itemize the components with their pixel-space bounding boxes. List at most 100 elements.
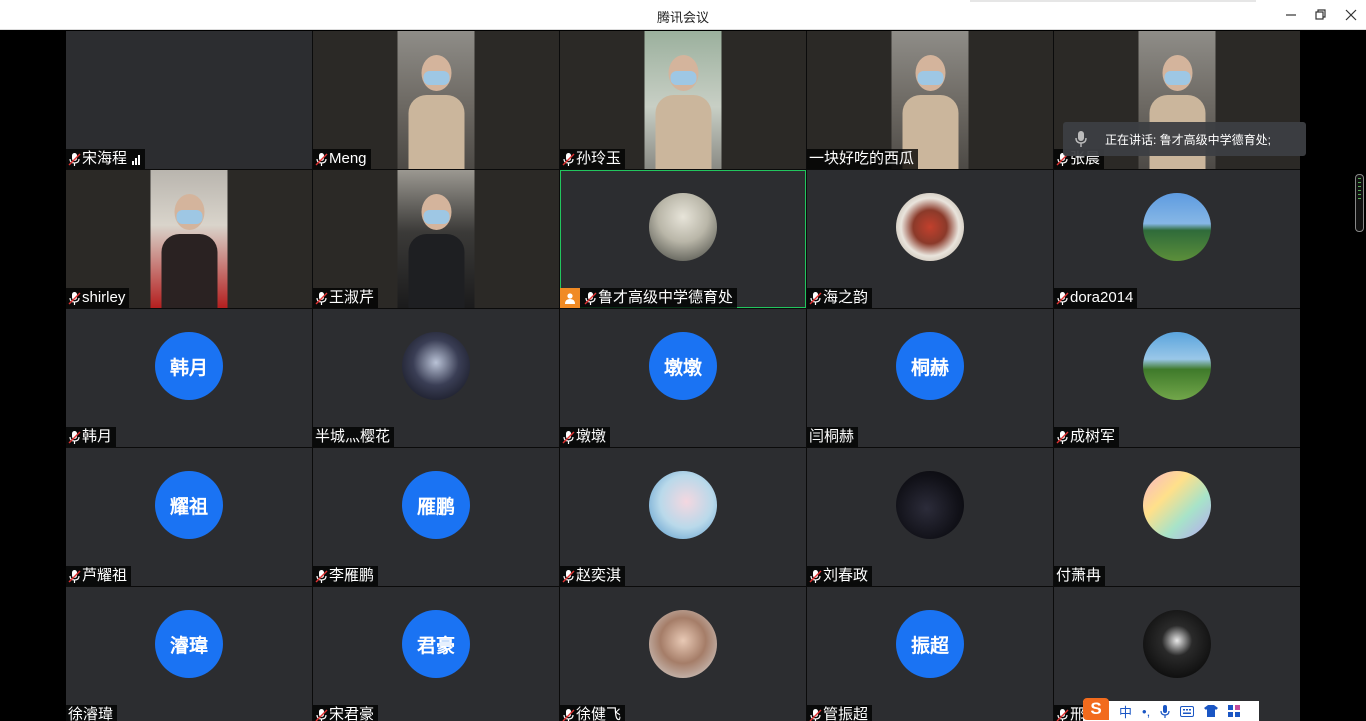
participant-tile[interactable]: 王淑芹 xyxy=(313,170,559,308)
restore-button[interactable] xyxy=(1306,0,1336,30)
participant-tile[interactable]: 孙玲玉 xyxy=(560,31,806,169)
ime-toolbar[interactable]: S 中 •, xyxy=(1083,698,1259,721)
portrait-photo xyxy=(402,332,470,400)
microphone-icon xyxy=(68,569,81,583)
participant-name-label: 徐濬瑋 xyxy=(66,705,118,721)
microphone-icon xyxy=(1056,708,1069,721)
participant-name: 半城灬樱花 xyxy=(315,428,391,445)
participant-tile[interactable]: 海之韵 xyxy=(807,170,1053,308)
participant-name-label: 芦耀祖 xyxy=(66,566,132,586)
tea-set-photo xyxy=(896,193,964,261)
microphone-icon xyxy=(562,569,575,583)
video-feed xyxy=(397,31,475,169)
participant-name: 芦耀祖 xyxy=(82,567,128,584)
close-button[interactable] xyxy=(1336,0,1366,30)
school-gate-photo xyxy=(649,193,717,261)
participant-tile[interactable]: 赵奕淇 xyxy=(560,448,806,586)
ime-punctuation[interactable]: •, xyxy=(1142,704,1150,719)
participant-tile[interactable]: 振超 管振超 xyxy=(807,587,1053,721)
ime-voice-icon[interactable] xyxy=(1160,704,1170,718)
video-feed xyxy=(397,170,475,308)
microphone-icon xyxy=(315,569,328,583)
participant-tile[interactable]: 一块好吃的西瓜 xyxy=(807,31,1053,169)
microphone-icon xyxy=(809,291,822,305)
participant-name: 付萧冉 xyxy=(1056,567,1102,584)
participant-tile[interactable]: 濬瑋徐濬瑋 xyxy=(66,587,312,721)
participant-tile[interactable]: 墩墩 墩墩 xyxy=(560,309,806,447)
minimize-icon xyxy=(1286,14,1296,16)
avatar: 桐赫 xyxy=(896,332,964,400)
participant-tile[interactable]: 鲁才高级中学德育处 xyxy=(560,170,806,308)
cartoon-girl-photo xyxy=(1143,471,1211,539)
participant-tile[interactable]: 半城灬樱花 xyxy=(313,309,559,447)
participant-tile[interactable]: 君豪 宋君豪 xyxy=(313,587,559,721)
video-feed xyxy=(150,170,228,308)
microphone-icon xyxy=(562,708,575,721)
avatar: 濬瑋 xyxy=(155,610,223,678)
host-icon xyxy=(560,288,580,308)
microphone-icon xyxy=(562,430,575,444)
minimize-button[interactable] xyxy=(1276,0,1306,30)
participant-tile[interactable]: 韩月 韩月 xyxy=(66,309,312,447)
speaking-indicator: 正在讲话: 鲁才高级中学德育处; xyxy=(1063,122,1306,156)
participant-tile[interactable]: 雁鹏李雁鹏 xyxy=(313,448,559,586)
avatar: 君豪 xyxy=(402,610,470,678)
participant-tile[interactable]: 宋海程 xyxy=(66,31,312,169)
participant-name: 一块好吃的西瓜 xyxy=(809,150,915,167)
window-title: 腾讯会议 xyxy=(656,10,709,25)
participant-tile[interactable]: Meng xyxy=(313,31,559,169)
participant-tile[interactable]: 耀祖 芦耀祖 xyxy=(66,448,312,586)
participant-name: 刘春政 xyxy=(823,567,869,584)
microphone-icon xyxy=(68,152,81,166)
participant-name-label: 付萧冉 xyxy=(1054,566,1106,586)
microphone-icon xyxy=(1075,131,1087,147)
participant-name: 徐濬瑋 xyxy=(68,706,114,721)
girl-portrait-photo xyxy=(649,610,717,678)
participant-name-label: 海之韵 xyxy=(807,288,873,308)
participant-name: shirley xyxy=(82,289,126,306)
landscape-photo xyxy=(1143,332,1211,400)
child-playground-photo xyxy=(1143,193,1211,261)
participant-name: 韩月 xyxy=(82,428,113,445)
dark-portrait-photo xyxy=(896,471,964,539)
participant-tile[interactable]: 桐赫闫桐赫 xyxy=(807,309,1053,447)
speaking-text: 正在讲话: 鲁才高级中学德育处; xyxy=(1105,132,1272,147)
participant-tile[interactable]: 刘春政 xyxy=(807,448,1053,586)
microphone-icon xyxy=(809,569,822,583)
participant-tile[interactable]: 徐健飞 xyxy=(560,587,806,721)
participant-name: 闫桐赫 xyxy=(809,428,855,445)
participant-name: 成树军 xyxy=(1070,428,1116,445)
title-bar-shadow xyxy=(970,0,1256,2)
silhouette-photo xyxy=(1143,610,1211,678)
participant-name-label: 韩月 xyxy=(66,427,117,447)
participant-tile[interactable]: 付萧冉 xyxy=(1054,448,1300,586)
ime-language[interactable]: 中 xyxy=(1119,702,1132,721)
participant-name-label: 赵奕淇 xyxy=(560,566,626,586)
sogou-logo-icon: S xyxy=(1083,698,1109,720)
participant-name-label: 刘春政 xyxy=(807,566,873,586)
participant-tile[interactable]: shirley xyxy=(66,170,312,308)
microphone-icon xyxy=(315,291,328,305)
participant-name-label: 宋海程 xyxy=(66,149,146,169)
participant-name-label: Meng xyxy=(313,149,371,169)
participant-tile[interactable]: dora2014 xyxy=(1054,170,1300,308)
participant-name: 李雁鹏 xyxy=(329,567,375,584)
participant-name-label: shirley xyxy=(66,288,130,308)
participant-name: 徐健飞 xyxy=(576,706,622,721)
avatar: 墩墩 xyxy=(649,332,717,400)
participant-name-label: 徐健飞 xyxy=(560,705,626,721)
participant-name-label: 成树军 xyxy=(1054,427,1120,447)
participant-name: 鲁才高级中学德育处 xyxy=(598,289,734,306)
participant-name: 赵奕淇 xyxy=(576,567,622,584)
ime-skin-icon[interactable] xyxy=(1204,705,1219,717)
ime-toolbox-icon[interactable] xyxy=(1228,705,1241,717)
participant-name: 墩墩 xyxy=(576,428,607,445)
microphone-icon xyxy=(1056,430,1069,444)
scrollbar-thumb[interactable] xyxy=(1355,174,1364,232)
avatar: 雁鹏 xyxy=(402,471,470,539)
avatar: 振超 xyxy=(896,610,964,678)
participant-name-label: 王淑芹 xyxy=(313,288,379,308)
ime-keyboard-icon[interactable] xyxy=(1180,705,1195,717)
participant-tile[interactable]: 成树军 xyxy=(1054,309,1300,447)
participant-name-label: dora2014 xyxy=(1054,288,1138,308)
